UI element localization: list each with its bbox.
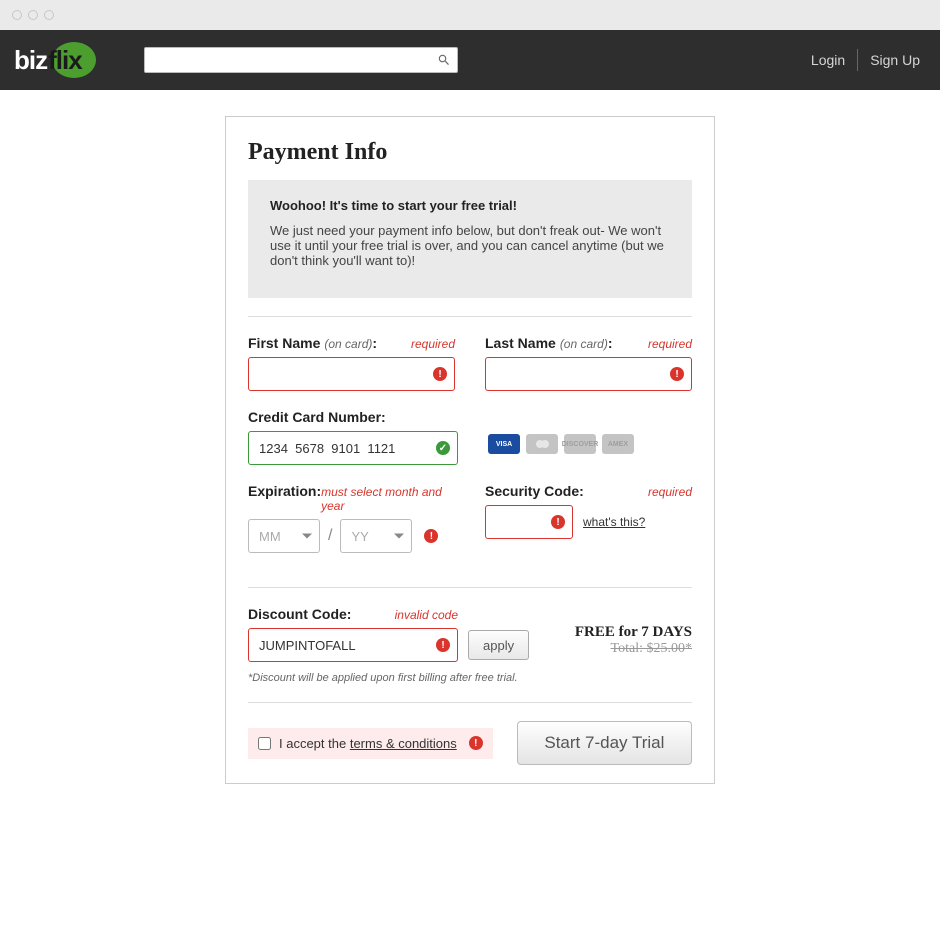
expiration-error: must select month and year [321,485,455,513]
last-name-hint: (on card) [560,337,608,351]
terms-cta-row: I accept the terms & conditions ! Start … [248,721,692,765]
cc-input[interactable] [248,431,458,465]
search-input[interactable] [151,53,437,68]
last-name-input[interactable] [485,357,692,391]
intro-heading: Woohoo! It's time to start your free tri… [270,198,670,213]
expiration-field: Expiration: must select month and year M… [248,483,455,553]
last-name-label: Last Name [485,335,556,351]
last-name-required: required [648,337,692,351]
search-box[interactable] [144,47,458,73]
intro-body: We just need your payment info below, bu… [270,223,664,268]
payment-card: Payment Info Woohoo! It's time to start … [225,116,715,784]
search-icon [437,53,451,67]
terms-checkbox[interactable] [258,737,271,750]
first-name-input[interactable] [248,357,455,391]
window-dot-zoom[interactable] [44,10,54,20]
visa-icon: VISA [488,434,520,454]
terms-link[interactable]: terms & conditions [350,736,457,751]
check-icon: ✓ [436,441,450,455]
cc-label: Credit Card Number: [248,409,386,425]
first-name-field: First Name (on card): required ! [248,335,455,391]
first-name-hint: (on card) [324,337,372,351]
discount-field: Discount Code: invalid code ! [248,606,458,662]
exp-month-select[interactable]: MM [248,519,320,553]
discount-label: Discount Code: [248,606,351,622]
security-required: required [648,485,692,499]
discover-icon: DISCOVER [564,434,596,454]
window-dot-close[interactable] [12,10,22,20]
amex-icon: AMEX [602,434,634,454]
last-name-field: Last Name (on card): required ! [485,335,692,391]
security-code-field: Security Code: required ! what's this? [485,483,692,553]
start-trial-button[interactable]: Start 7-day Trial [517,721,692,765]
nav-divider [857,49,858,71]
discount-error: invalid code [395,608,458,622]
page-title: Payment Info [248,139,692,166]
divider [248,316,692,317]
price-box: FREE for 7 DAYS Total: $25.00* [575,624,692,657]
slash: / [328,527,332,545]
terms-box[interactable]: I accept the terms & conditions ! [248,728,493,759]
mastercard-icon [526,434,558,454]
brand-logo[interactable]: bizflix [14,40,104,80]
error-icon: ! [670,367,684,381]
top-nav: bizflix Login Sign Up [0,30,940,90]
error-icon: ! [433,367,447,381]
browser-chrome [0,0,940,30]
discount-row: Discount Code: invalid code ! apply FREE… [248,606,692,662]
discount-input[interactable] [248,628,458,662]
login-link[interactable]: Login [811,52,845,68]
logo-prefix: biz [14,45,47,76]
error-icon: ! [424,529,438,543]
error-icon: ! [551,515,565,529]
window-dot-minimize[interactable] [28,10,38,20]
price-free: FREE for 7 DAYS [575,624,692,641]
divider [248,587,692,588]
security-label: Security Code: [485,483,584,499]
divider [248,702,692,703]
cc-row: Credit Card Number: ✓ VISA DISCOVER AMEX [248,409,692,465]
error-icon: ! [436,638,450,652]
exp-sec-row: Expiration: must select month and year M… [248,483,692,553]
intro-box: Woohoo! It's time to start your free tri… [248,180,692,298]
exp-year-select[interactable]: YY [340,519,412,553]
cc-card-icons: VISA DISCOVER AMEX [488,409,692,465]
first-name-label: First Name [248,335,320,351]
first-name-required: required [411,337,455,351]
apply-button[interactable]: apply [468,630,529,660]
name-row: First Name (on card): required ! Last Na… [248,335,692,391]
cc-field: Credit Card Number: ✓ [248,409,458,465]
price-total: Total: $25.00* [575,641,692,657]
signup-link[interactable]: Sign Up [870,52,920,68]
expiration-label: Expiration: [248,483,321,499]
logo-suffix: flix [48,45,82,76]
discount-note: *Discount will be applied upon first bil… [248,672,692,684]
terms-prefix: I accept the [279,736,350,751]
whats-this-link[interactable]: what's this? [583,515,645,529]
error-icon: ! [469,736,483,750]
